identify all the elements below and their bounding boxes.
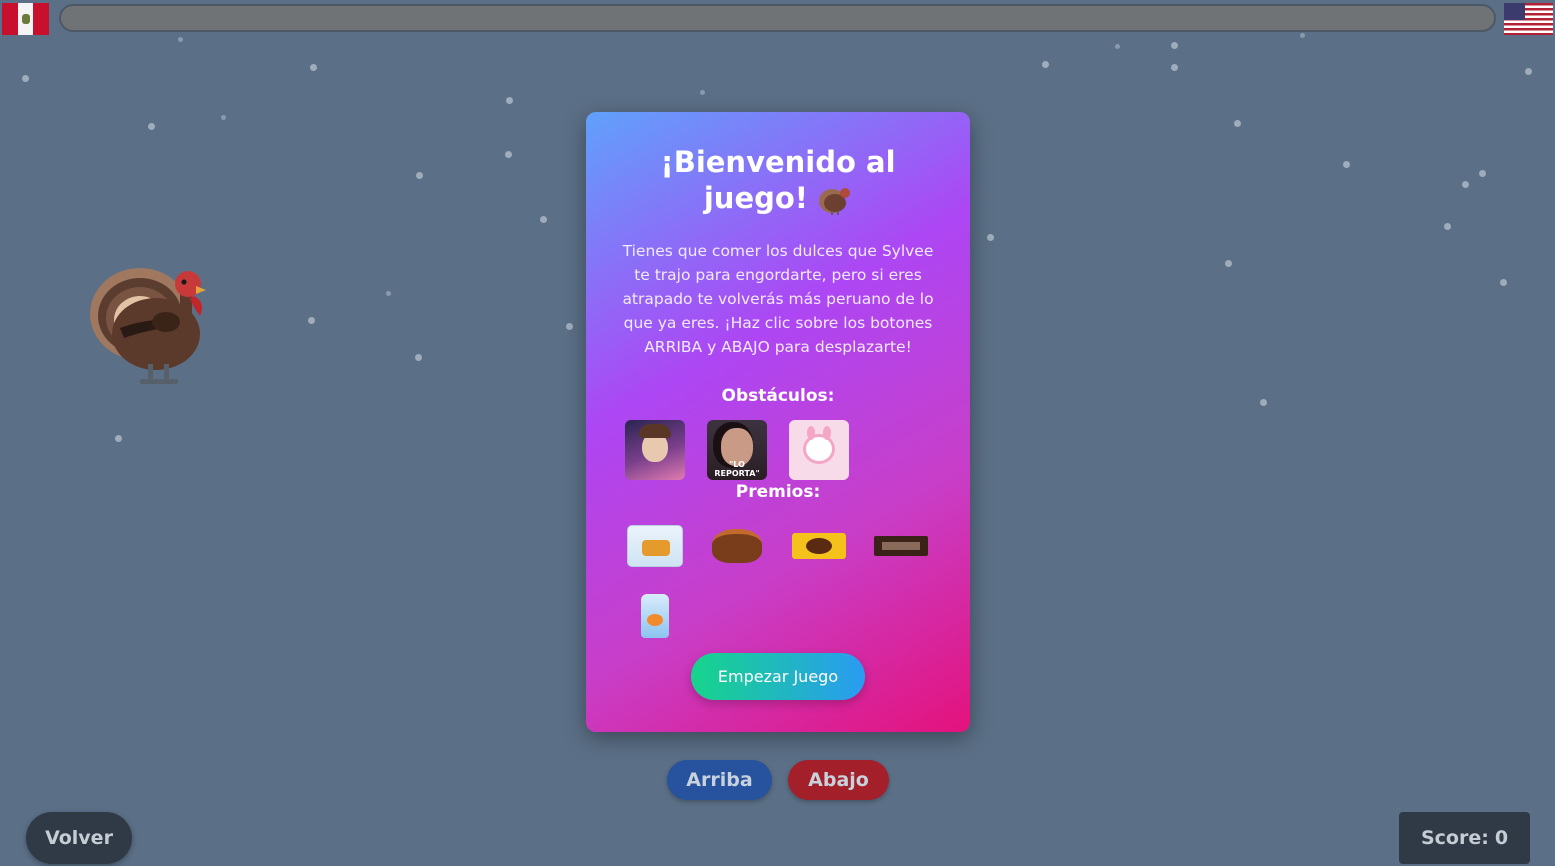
prize-image-5 (625, 586, 685, 646)
snowflake (148, 123, 155, 130)
snowflake (1444, 223, 1451, 230)
back-button[interactable]: Volver (26, 812, 132, 864)
snowflake (505, 151, 512, 158)
modal-title: ¡Bienvenido al juego! (626, 144, 930, 216)
snowflake (1115, 44, 1120, 49)
snowflake (700, 90, 705, 95)
snowflake (1343, 161, 1350, 168)
score-display: Score: 0 (1399, 812, 1530, 864)
modal-title-text: ¡Bienvenido al juego! (660, 145, 896, 215)
progress-bar (59, 4, 1496, 32)
snowflake (1171, 42, 1178, 49)
snowflake (1479, 170, 1486, 177)
snowflake (310, 64, 317, 71)
modal-description: Tienes que comer los dulces que Sylvee t… (622, 242, 934, 356)
score-label: Score: (1420, 827, 1489, 849)
snowflake (1500, 279, 1507, 286)
obstacle-image-1 (625, 420, 685, 480)
movement-controls: Arriba Abajo (667, 760, 889, 800)
score-value: 0 (1494, 827, 1509, 849)
snowflake (1462, 181, 1469, 188)
obstacle-caption: "LO REPORTA" (714, 460, 760, 478)
up-button[interactable]: Arriba (667, 760, 772, 800)
snowflake (415, 354, 422, 361)
turkey-icon (819, 188, 851, 215)
snowflake (416, 172, 423, 179)
prize-image-2 (707, 516, 767, 576)
snowflake (1260, 399, 1267, 406)
snowflake (566, 323, 573, 330)
start-game-button[interactable]: Empezar Juego (691, 653, 865, 700)
prize-image-3 (789, 516, 849, 576)
snowflake (987, 234, 994, 241)
prizes-list-row-2 (625, 586, 685, 646)
obstacle-image-3 (789, 420, 849, 480)
turkey-player-icon (90, 268, 206, 384)
prizes-list (625, 516, 931, 576)
snowflake (1171, 64, 1178, 71)
snowflake (115, 435, 122, 442)
snowflake (386, 291, 391, 296)
prize-image-1 (625, 516, 685, 576)
snowflake (1225, 260, 1232, 267)
snowflake (1525, 68, 1532, 75)
prizes-title: Premios: (735, 482, 821, 502)
usa-flag-icon (1504, 3, 1553, 35)
snowflake (1300, 33, 1305, 38)
obstacles-list: "LO REPORTA" (625, 420, 849, 480)
prize-image-4 (871, 516, 931, 576)
snowflake (1234, 120, 1241, 127)
snowflake (308, 317, 315, 324)
snowflake (22, 75, 29, 82)
peru-flag-icon (2, 3, 49, 35)
down-button[interactable]: Abajo (788, 760, 889, 800)
snowflake (506, 97, 513, 104)
snowflake (178, 37, 183, 42)
snowflake (1042, 61, 1049, 68)
obstacle-image-2: "LO REPORTA" (707, 420, 767, 480)
snowflake (540, 216, 547, 223)
snowflake (221, 115, 226, 120)
obstacles-title: Obstáculos: (721, 386, 835, 406)
welcome-modal: ¡Bienvenido al juego! Tienes que comer l… (586, 112, 970, 732)
